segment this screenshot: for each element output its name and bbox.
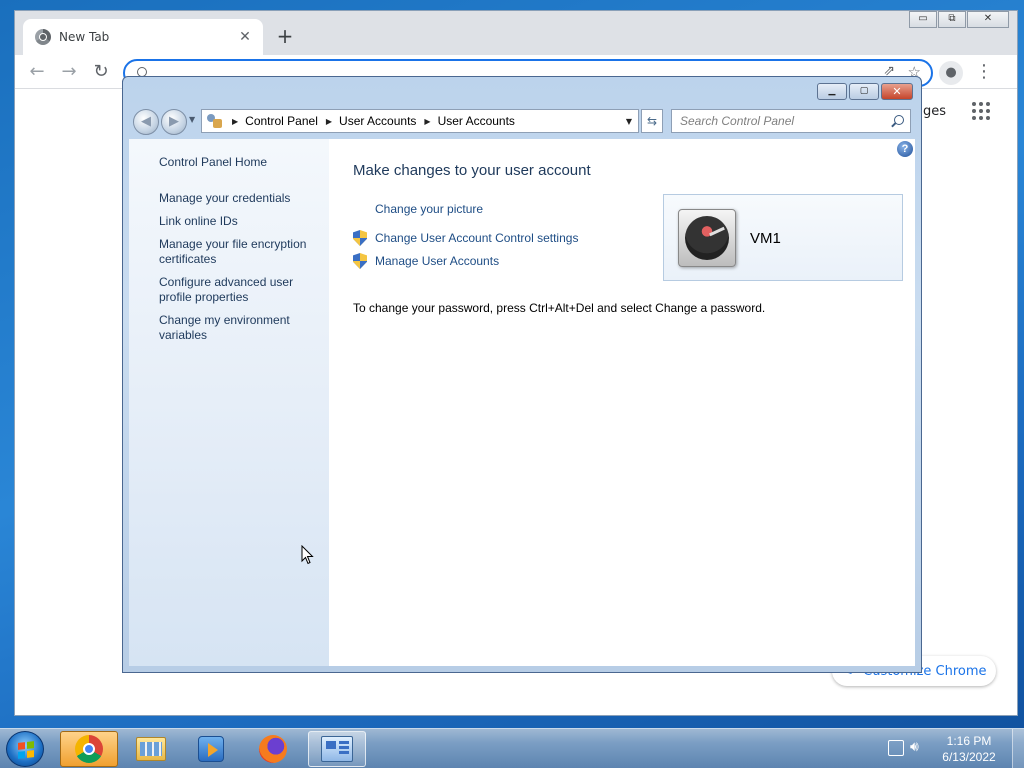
tab-title: New Tab	[59, 30, 110, 44]
media-player-icon	[198, 736, 224, 762]
refresh-icon[interactable]: ⇆	[641, 109, 663, 133]
file-explorer-icon	[136, 737, 166, 761]
page-title: Make changes to your user account	[353, 162, 591, 179]
cp-window-controls: ▁ ▢ ✕	[815, 83, 913, 100]
taskbar-control-panel[interactable]	[308, 731, 366, 767]
link-control-panel-home[interactable]: Control Panel Home	[159, 155, 323, 170]
search-input[interactable]: Search Control Panel	[671, 109, 911, 133]
firefox-icon	[259, 735, 287, 763]
chrome-menu-icon[interactable]: ⋮	[975, 61, 993, 82]
user-picture-turntable-icon[interactable]	[678, 209, 736, 267]
breadcrumb[interactable]: ▶ Control Panel ▶ User Accounts ▶ User A…	[201, 109, 639, 133]
control-panel-icon	[206, 113, 224, 129]
chevron-right-icon[interactable]: ▶	[232, 117, 238, 126]
show-desktop-button[interactable]	[1012, 729, 1024, 768]
cp-content: Control Panel Home Manage your credentia…	[129, 139, 915, 666]
cp-close-button[interactable]: ✕	[881, 83, 913, 100]
back-arrow-icon[interactable]: ◀	[133, 109, 159, 135]
user-name: VM1	[750, 230, 781, 247]
taskbar-chrome[interactable]	[60, 731, 118, 767]
link-advanced-profile[interactable]: Configure advanced user profile properti…	[159, 275, 323, 305]
volume-icon[interactable]: 🔊︎	[910, 739, 919, 755]
taskbar-firefox[interactable]	[244, 731, 302, 767]
cp-navigation-bar: ◀ ▶ ▼ ▶ Control Panel ▶ User Accounts ▶ …	[123, 105, 921, 137]
help-icon[interactable]: ?	[897, 141, 913, 157]
link-file-encryption[interactable]: Manage your file encryption certificates	[159, 237, 323, 267]
tab-close-icon[interactable]: ✕	[237, 29, 253, 45]
network-icon[interactable]	[888, 740, 904, 756]
control-panel-icon	[321, 736, 353, 762]
control-panel-window: ▁ ▢ ✕ ◀ ▶ ▼ ▶ Control Panel ▶ User Accou…	[122, 76, 922, 673]
breadcrumb-control-panel[interactable]: Control Panel	[245, 114, 318, 128]
google-apps-icon[interactable]	[972, 102, 990, 120]
back-button[interactable]: ←	[25, 61, 49, 83]
forward-arrow-icon[interactable]: ▶	[161, 109, 187, 135]
chrome-tab-strip: New Tab ✕ + ▭ ⧉ ✕	[15, 11, 1017, 55]
change-picture-link[interactable]: Change your picture	[375, 202, 483, 216]
tab-new-tab[interactable]: New Tab ✕	[23, 19, 263, 55]
taskbar-file-explorer[interactable]	[122, 731, 180, 767]
chrome-window-controls: ▭ ⧉ ✕	[908, 11, 1009, 28]
taskbar-media-player[interactable]	[182, 731, 240, 767]
link-manage-credentials[interactable]: Manage your credentials	[159, 191, 323, 206]
uac-shield-icon	[353, 253, 367, 269]
uac-settings-link[interactable]: Change User Account Control settings	[375, 231, 578, 245]
user-account-card: VM1	[663, 194, 903, 281]
cp-task-pane: Control Panel Home Manage your credentia…	[129, 139, 329, 666]
system-tray: 🔊︎ 1:16 PM 6/13/2022	[884, 729, 1024, 768]
profile-avatar-icon[interactable]: ●	[939, 61, 963, 85]
windows-logo-icon	[18, 741, 34, 759]
chevron-right-icon[interactable]: ▶	[326, 117, 332, 126]
chevron-right-icon[interactable]: ▶	[424, 117, 430, 126]
minimize-button[interactable]: ▭	[909, 11, 937, 28]
clock-time: 1:16 PM	[946, 734, 992, 748]
close-button[interactable]: ✕	[967, 11, 1009, 28]
mouse-cursor-icon	[301, 544, 315, 565]
breadcrumb-user-accounts-current[interactable]: User Accounts	[438, 114, 515, 128]
link-online-ids[interactable]: Link online IDs	[159, 214, 323, 229]
chrome-favicon-icon	[35, 29, 51, 45]
chrome-icon	[75, 735, 103, 763]
new-tab-button[interactable]: +	[273, 25, 297, 49]
cp-main-pane: ? Make changes to your user account Chan…	[329, 139, 915, 666]
maximize-button[interactable]: ⧉	[938, 11, 966, 28]
link-environment-variables[interactable]: Change my environment variables	[159, 313, 323, 343]
cp-maximize-button[interactable]: ▢	[849, 83, 879, 100]
start-button[interactable]	[6, 731, 44, 767]
search-icon[interactable]	[894, 115, 904, 125]
chevron-down-icon[interactable]: ▼	[626, 117, 632, 126]
breadcrumb-user-accounts[interactable]: User Accounts	[339, 114, 416, 128]
password-info-text: To change your password, press Ctrl+Alt+…	[353, 301, 766, 315]
search-placeholder: Search Control Panel	[680, 114, 795, 128]
cp-minimize-button[interactable]: ▁	[817, 83, 847, 100]
clock[interactable]: 1:16 PM 6/13/2022	[934, 733, 1004, 765]
manage-accounts-link[interactable]: Manage User Accounts	[375, 254, 499, 268]
uac-shield-icon	[353, 230, 367, 246]
taskbar: 🔊︎ 1:16 PM 6/13/2022	[0, 728, 1024, 768]
clock-date: 6/13/2022	[942, 750, 996, 764]
forward-button[interactable]: →	[57, 61, 81, 83]
reload-button[interactable]: ↻	[89, 61, 113, 83]
recent-pages-dropdown-icon[interactable]: ▼	[189, 115, 195, 124]
images-link[interactable]: ges	[923, 104, 946, 119]
